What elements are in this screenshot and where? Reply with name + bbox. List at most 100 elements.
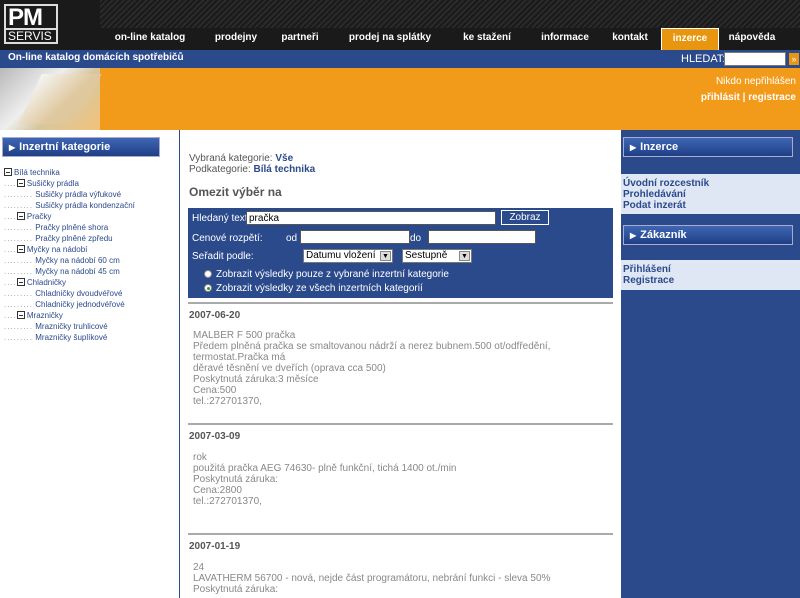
tree-item[interactable]: .... Myčky na nádobí [4,245,87,256]
filter-form: Hledaný text: Zobraz Cenové rozpětí: od … [188,208,613,298]
tree-item-label: Bílá technika [14,168,60,177]
tree-item[interactable]: ......... Mrazničky truhlicové [4,322,108,333]
nav-prodej-na-splatky[interactable]: prodej na splátky [334,28,446,50]
tree-item-label: Mrazničky truhlicové [35,322,108,331]
tree-item[interactable]: ......... Chladničky dvoudvéřové [4,289,122,300]
tree-item-label: Pračky plněné zpředu [35,234,113,243]
tree-item[interactable]: ......... Mrazničky šuplíkové [4,333,107,344]
tree-item[interactable]: ......... Myčky na nádobí 60 cm [4,256,120,267]
arrow-right-icon: ▶ [9,143,16,152]
radio-all-categories[interactable]: Zobrazit výsledky ze všech inzertních ka… [204,283,423,294]
header-stripes [100,0,800,28]
link-uvodni-rozcestnik[interactable]: Úvodní rozcestník [623,178,800,189]
link-podat-inzerat[interactable]: Podat inzerát [623,200,800,211]
subcategory-line: Podkategorie: Bílá technika [189,164,315,175]
collapse-icon[interactable] [16,278,25,286]
link-prihlaseni[interactable]: Přihlášení [623,264,800,275]
tree-item[interactable]: ......... Myčky na nádobí 45 cm [4,267,120,278]
zakaznik-panel-title: Zákazník [640,229,687,241]
sort-by-select[interactable]: Datumu vložení ▼ [303,249,393,263]
tree-item[interactable]: .... Pračky [4,212,51,223]
price-from-label: od [286,233,298,244]
tree-item-label: Myčky na nádobí 60 cm [35,256,120,265]
nav-partneri[interactable]: partneři [272,28,328,50]
tree-item[interactable]: .... Chladničky [4,278,66,289]
sort-by-value: Datumu vložení [306,250,376,261]
result-line: Poskytnutá záruka: [193,474,279,485]
tree-item-label: Pračky [26,212,52,221]
link-prohledavani[interactable]: Prohledávání [623,189,800,200]
header: PM SERVIS on-line katalog prodejny partn… [0,0,800,50]
tree-item[interactable]: .... Sušičky prádla [4,179,79,190]
radio-button-icon[interactable] [204,270,212,278]
tree-item[interactable]: ......... Sušičky prádla kondenzační [4,201,135,212]
sort-label: Seřadit podle: [192,251,254,262]
zakaznik-links: Přihlášení Registrace [621,260,800,290]
sort-order-select[interactable]: Sestupně ▼ [402,249,472,263]
radio-button-checked-icon[interactable] [204,284,212,292]
collapse-icon[interactable] [16,311,25,319]
result-line: rok [193,452,207,463]
tree-guide: ......... [4,333,34,342]
filter-title: Omezit výběr na [189,185,282,199]
nav-napoveda[interactable]: nápověda [722,28,782,50]
nav-informace[interactable]: informace [528,28,602,50]
subcategory-label: Podkategorie: [189,164,251,175]
tree-item-label: Sušičky prádla výfukové [35,190,122,199]
result-line: Poskytnutá záruka:3 měsíce [193,374,319,385]
inzerce-panel-title: Inzerce [640,141,679,153]
subcategory-value[interactable]: Bílá technika [254,164,316,175]
result-item[interactable]: MALBER F 500 pračka Předem plněná pračka… [193,330,613,407]
zakaznik-panel-header: ▶ Zákazník [623,225,793,245]
result-line: děravé těsnění ve dveřích (oprava cca 50… [193,363,386,374]
tree-item[interactable]: ......... Pračky plněné shora [4,223,108,234]
inzerce-panel-header: ▶ Inzerce [623,137,793,157]
result-line: Cena:2800 [193,485,242,496]
tree-guide: ......... [4,201,34,210]
nav-kontakt[interactable]: kontakt [604,28,656,50]
tree-guide: ......... [4,256,34,265]
tree-item-label: Chladničky [26,278,67,287]
selected-category-label: Vybraná kategorie: [189,153,273,164]
nav-online-katalog[interactable]: on-line katalog [100,28,200,50]
register-link[interactable]: registrace [748,92,796,103]
show-button[interactable]: Zobraz [501,210,549,225]
tree-item[interactable]: ......... Pračky plněné zpředu [4,234,113,245]
selected-category-value[interactable]: Vše [275,153,293,164]
filter-search-input[interactable] [246,211,496,225]
result-date: 2007-03-09 [189,431,241,442]
tree-guide: ......... [4,289,34,298]
login-link[interactable]: přihlásit [701,92,740,103]
site-subtitle: On-line katalog domácích spotřebičů [8,52,184,63]
tree-item-label: Myčky na nádobí [26,245,88,254]
pm-servis-logo[interactable]: PM SERVIS [4,4,58,44]
radio-selected-category[interactable]: Zobrazit výsledky pouze z vybrané inzert… [204,269,449,280]
collapse-icon[interactable] [16,245,25,253]
tree-item[interactable]: ......... Chladničky jednodvéřové [4,300,125,311]
tree-guide: ......... [4,322,34,331]
tree-item-label: Mrazničky [26,311,63,320]
tree-item[interactable]: ......... Sušičky prádla výfukové [4,190,121,201]
search-go-button[interactable]: » [789,53,799,65]
tree-item-label: Chladničky jednodvéřové [35,300,125,309]
link-registrace[interactable]: Registrace [623,275,800,286]
nav-prodejny[interactable]: prodejny [200,28,272,50]
global-search-input[interactable] [724,52,786,66]
tree-guide: ......... [4,300,34,309]
price-from-input[interactable] [300,230,410,244]
result-item[interactable]: rok použitá pračka AEG 74630- plně funkč… [193,452,613,507]
arrow-right-icon: ▶ [630,231,637,240]
collapse-icon[interactable] [4,168,12,176]
tree-item[interactable]: Bílá technika [4,168,60,179]
categories-panel-title: Inzertní kategorie [19,141,111,153]
nav-inzerce[interactable]: inzerce [661,28,719,50]
price-to-input[interactable] [428,230,536,244]
result-item[interactable]: 24 LAVATHERM 56700 - nová, nejde část pr… [193,562,613,595]
divider [188,533,613,535]
tree-item-label: Sušičky prádla [26,179,79,188]
collapse-icon[interactable] [16,179,25,187]
price-range-label: Cenové rozpětí: [192,233,263,244]
tree-item[interactable]: .... Mrazničky [4,311,63,322]
collapse-icon[interactable] [16,212,25,220]
nav-ke-stazeni[interactable]: ke stažení [452,28,522,50]
